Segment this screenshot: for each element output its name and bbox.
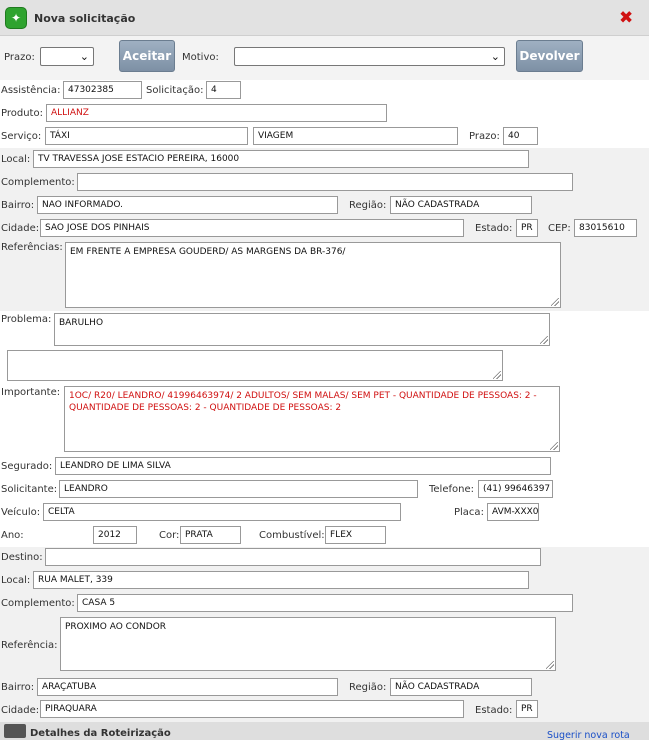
servico-tipo-field[interactable]: VIAGEM xyxy=(253,127,458,145)
solicitacao-field[interactable]: 4 xyxy=(206,81,241,99)
dest-regiao-label: Região: xyxy=(349,682,387,693)
local-field[interactable]: TV TRAVESSA JOSE ESTACIO PEREIRA, 16000 xyxy=(33,150,529,168)
dest-complemento-label: Complemento: xyxy=(1,598,75,609)
close-icon[interactable]: ✖ xyxy=(619,8,633,28)
suggest-route-link[interactable]: Sugerir nova rota xyxy=(547,730,630,740)
resize-handle-icon[interactable] xyxy=(551,298,559,306)
bairro-label: Bairro: xyxy=(1,200,35,211)
segurado-field[interactable]: LEANDRO DE LIMA SILVA xyxy=(55,457,551,475)
estado-label: Estado: xyxy=(475,223,513,234)
solicitante-label: Solicitante: xyxy=(1,484,58,495)
segurado-label: Segurado: xyxy=(1,461,53,472)
cor-label: Cor: xyxy=(159,530,180,541)
dest-cidade-label: Cidade: xyxy=(1,705,40,716)
telefone-label: Telefone: xyxy=(429,484,474,495)
dest-regiao-field[interactable]: NÃO CADASTRADA xyxy=(390,678,532,696)
chevron-down-icon: ⌄ xyxy=(79,50,89,63)
importante-textarea[interactable]: 1OC/ R20/ LEANDRO/ 41996463974/ 2 ADULTO… xyxy=(64,386,560,452)
servico-prazo-field[interactable]: 40 xyxy=(503,127,538,145)
servico-field[interactable]: TÁXI xyxy=(45,127,248,145)
bairro-field[interactable]: NAO INFORMADO. xyxy=(37,196,338,214)
solicitacao-label: Solicitação: xyxy=(146,85,204,96)
servico-label: Serviço: xyxy=(1,131,42,142)
dest-bairro-label: Bairro: xyxy=(1,682,35,693)
cidade-field[interactable]: SAO JOSE DOS PINHAIS xyxy=(40,219,464,237)
complemento-field[interactable] xyxy=(77,173,573,191)
placa-field[interactable]: AVM-XXX0 xyxy=(487,503,539,521)
assistencia-label: Assistência: xyxy=(1,85,61,96)
cep-field[interactable]: 83015610 xyxy=(574,219,637,237)
importante-label: Importante: xyxy=(1,387,61,398)
veiculo-field[interactable]: CELTA xyxy=(43,503,401,521)
route-icon xyxy=(4,724,26,738)
referencias-textarea[interactable]: EM FRENTE A EMPRESA GOUDERD/ AS MARGENS … xyxy=(65,242,561,308)
resize-handle-icon[interactable] xyxy=(550,442,558,450)
dest-cidade-field[interactable]: PIRAQUARA xyxy=(40,700,464,718)
destino-field[interactable] xyxy=(45,548,541,566)
servico-prazo-label: Prazo: xyxy=(469,131,500,142)
veiculo-label: Veículo: xyxy=(1,507,41,518)
produto-field[interactable]: ALLIANZ xyxy=(46,104,387,122)
accept-button[interactable]: Aceitar xyxy=(119,40,175,72)
local-label: Local: xyxy=(1,154,31,165)
dest-local-field[interactable]: RUA MALET, 339 xyxy=(33,571,529,589)
referencias-label: Referências: xyxy=(1,242,63,253)
dest-estado-label: Estado: xyxy=(475,705,513,716)
window-title: Nova solicitação xyxy=(34,12,136,25)
cep-label: CEP: xyxy=(548,223,571,234)
dest-local-label: Local: xyxy=(1,575,31,586)
solicitante-field[interactable]: LEANDRO xyxy=(59,480,418,498)
motivo-select-label: Motivo: xyxy=(182,52,219,63)
produto-label: Produto: xyxy=(1,108,43,119)
destino-label: Destino: xyxy=(1,552,43,563)
dest-referencia-label: Referência: xyxy=(1,640,58,651)
complemento-label: Complemento: xyxy=(1,177,75,188)
resize-handle-icon[interactable] xyxy=(546,661,554,669)
prazo-select[interactable]: ⌄ xyxy=(40,47,94,66)
map-icon: ✦ xyxy=(5,7,27,29)
telefone-field[interactable]: (41) 99646397 4 xyxy=(478,480,553,498)
assistencia-field[interactable]: 47302385 xyxy=(63,81,142,99)
estado-field[interactable]: PR xyxy=(516,219,538,237)
dest-bairro-field[interactable]: ARAÇATUBA xyxy=(37,678,338,696)
routing-details-title: Detalhes da Roteirização xyxy=(30,728,171,739)
motivo-select[interactable]: ⌄ xyxy=(234,47,505,66)
prazo-select-label: Prazo: xyxy=(4,52,35,63)
dest-estado-field[interactable]: PR xyxy=(516,700,538,718)
problema-textarea[interactable]: BARULHO xyxy=(54,313,550,346)
chevron-down-icon: ⌄ xyxy=(490,50,500,63)
resize-handle-icon[interactable] xyxy=(493,371,501,379)
dest-complemento-field[interactable]: CASA 5 xyxy=(77,594,573,612)
ano-label: Ano: xyxy=(1,530,24,541)
cor-field[interactable]: PRATA xyxy=(180,526,241,544)
regiao-field[interactable]: NÃO CADASTRADA xyxy=(390,196,532,214)
combustivel-field[interactable]: FLEX xyxy=(325,526,386,544)
ano-field[interactable]: 2012 xyxy=(93,526,137,544)
dest-referencia-textarea[interactable]: PROXIMO AO CONDOR xyxy=(60,617,556,671)
cidade-label: Cidade: xyxy=(1,223,40,234)
regiao-label: Região: xyxy=(349,200,387,211)
combustivel-label: Combustível: xyxy=(259,530,325,541)
resize-handle-icon[interactable] xyxy=(540,336,548,344)
placa-label: Placa: xyxy=(454,507,484,518)
extra-textarea[interactable] xyxy=(7,350,503,381)
problema-label: Problema: xyxy=(1,314,52,325)
return-button[interactable]: Devolver xyxy=(516,40,583,72)
